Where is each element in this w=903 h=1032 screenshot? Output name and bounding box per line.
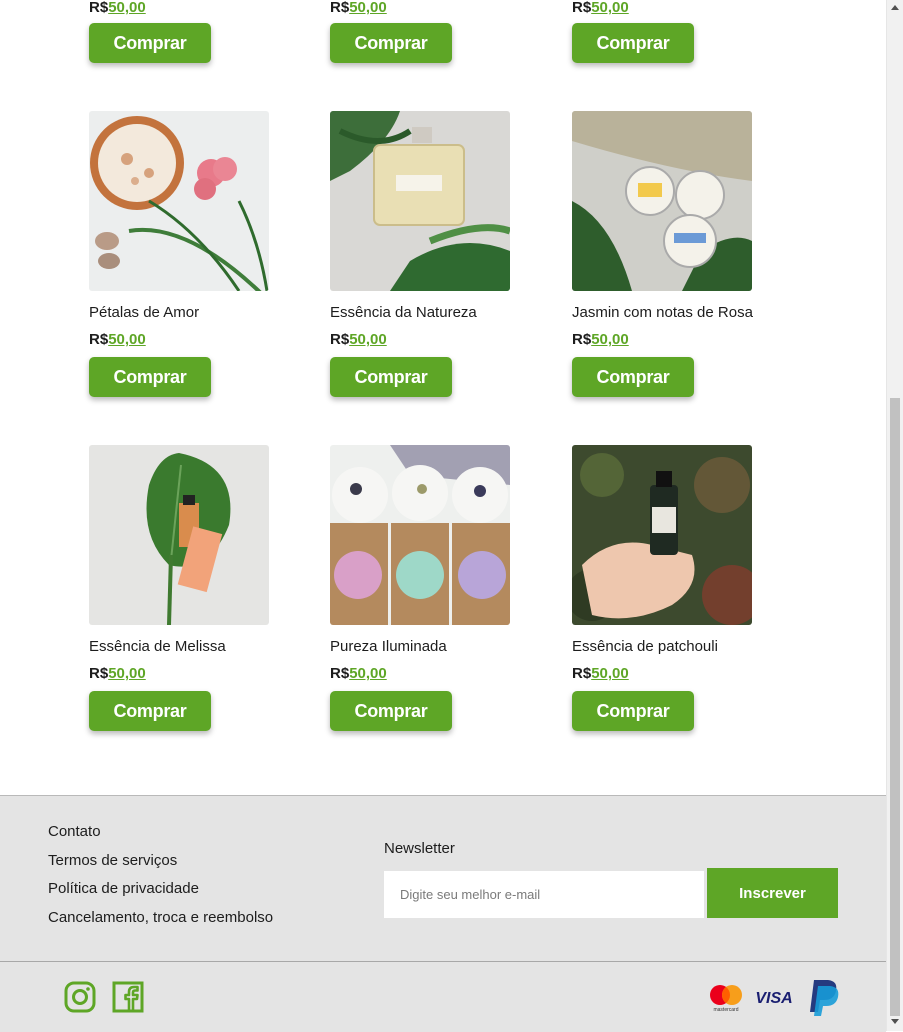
newsletter-email-input[interactable] <box>384 871 704 918</box>
product-name[interactable]: Pureza Iluminada <box>330 638 447 655</box>
buy-button[interactable]: Comprar <box>89 23 211 63</box>
scroll-down-arrow-icon[interactable] <box>891 1019 899 1024</box>
product-image[interactable] <box>572 445 752 625</box>
page: R$50,00 Comprar R$50,00 Comprar R$50,00 … <box>0 0 886 1032</box>
product-name[interactable]: Essência de patchouli <box>572 638 718 655</box>
newsletter-title: Newsletter <box>384 840 455 857</box>
product-image[interactable] <box>89 111 269 291</box>
product-card: Pétalas de Amor R$50,00 Comprar <box>89 111 279 397</box>
footer-divider <box>0 961 886 962</box>
product-price: R$50,00 <box>89 331 146 348</box>
facebook-icon[interactable] <box>112 981 144 1013</box>
svg-text:VISA: VISA <box>755 990 792 1007</box>
product-card: Jasmin com notas de Rosa R$50,00 Comprar <box>572 111 762 397</box>
product-image[interactable] <box>330 111 510 291</box>
product-name[interactable]: Jasmin com notas de Rosa <box>572 304 753 321</box>
product-price: R$50,00 <box>89 665 146 682</box>
footer-link-termos[interactable]: Termos de serviços <box>48 851 273 880</box>
product-price: R$50,00 <box>572 0 629 16</box>
buy-button[interactable]: Comprar <box>330 23 452 63</box>
footer-link-cancelamento[interactable]: Cancelamento, troca e reembolso <box>48 908 273 937</box>
buy-button[interactable]: Comprar <box>572 691 694 731</box>
instagram-icon[interactable] <box>64 981 96 1013</box>
footer-link-privacidade[interactable]: Política de privacidade <box>48 879 273 908</box>
svg-text:mastercard: mastercard <box>713 1007 738 1013</box>
product-price: R$50,00 <box>89 0 146 16</box>
product-name[interactable]: Essência de Melissa <box>89 638 226 655</box>
subscribe-button[interactable]: Inscrever <box>707 868 838 918</box>
product-card: Essência de Melissa R$50,00 Comprar <box>89 445 279 731</box>
product-price: R$50,00 <box>572 665 629 682</box>
product-name[interactable]: Pétalas de Amor <box>89 304 199 321</box>
mastercard-icon: mastercard <box>710 985 742 1013</box>
buy-button[interactable]: Comprar <box>89 691 211 731</box>
buy-button[interactable]: Comprar <box>89 357 211 397</box>
buy-button[interactable]: Comprar <box>572 23 694 63</box>
product-price: R$50,00 <box>330 665 387 682</box>
buy-button[interactable]: Comprar <box>330 357 452 397</box>
buy-button[interactable]: Comprar <box>572 357 694 397</box>
visa-icon: VISA <box>755 990 792 1007</box>
footer-link-contato[interactable]: Contato <box>48 822 273 851</box>
product-price: R$50,00 <box>330 331 387 348</box>
scrollbar-thumb[interactable] <box>890 398 900 1016</box>
scroll-up-arrow-icon[interactable] <box>891 5 899 10</box>
footer: Contato Termos de serviços Política de p… <box>0 795 886 1032</box>
product-card: Essência da Natureza R$50,00 Comprar <box>330 111 520 397</box>
product-price: R$50,00 <box>572 331 629 348</box>
paypal-icon <box>810 980 839 1016</box>
product-card: Essência de patchouli R$50,00 Comprar <box>572 445 762 731</box>
product-price: R$50,00 <box>330 0 387 16</box>
product-name[interactable]: Essência da Natureza <box>330 304 477 321</box>
product-card: Pureza Iluminada R$50,00 Comprar <box>330 445 520 731</box>
scrollbar[interactable] <box>886 0 903 1031</box>
footer-links: Contato Termos de serviços Política de p… <box>48 822 273 937</box>
product-image[interactable] <box>330 445 510 625</box>
product-image[interactable] <box>572 111 752 291</box>
product-image[interactable] <box>89 445 269 625</box>
buy-button[interactable]: Comprar <box>330 691 452 731</box>
